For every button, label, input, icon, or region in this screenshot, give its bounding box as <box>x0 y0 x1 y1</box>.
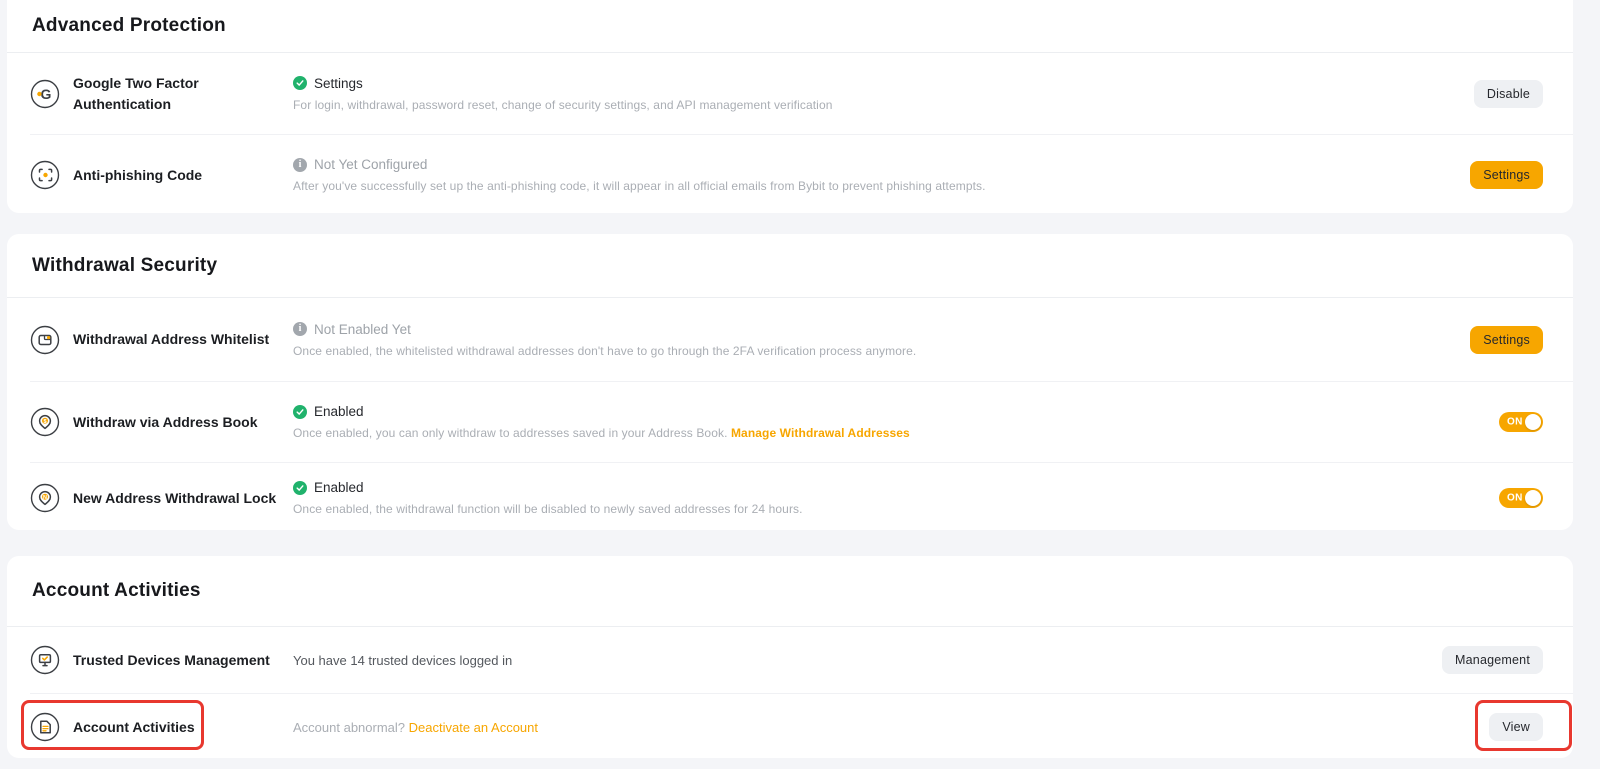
whitelist-settings-button[interactable]: Settings <box>1470 326 1543 354</box>
row-description: After you've successfully set up the ant… <box>293 179 1470 193</box>
row-label: Trusted Devices Management <box>73 650 293 670</box>
row-description: Once enabled, the whitelisted withdrawal… <box>293 344 1470 358</box>
advanced-protection-card: Advanced Protection G Google Two Factor … <box>7 0 1573 213</box>
check-circle-icon <box>293 76 307 90</box>
row-description: Once enabled, the withdrawal function wi… <box>293 502 1499 516</box>
section-title-account-activities: Account Activities <box>32 580 201 602</box>
row-description: For login, withdrawal, password reset, c… <box>293 98 1474 112</box>
check-circle-icon <box>293 405 307 419</box>
address-book-pin-icon: $ <box>30 407 60 437</box>
anti-phishing-icon <box>30 160 60 190</box>
security-settings-page: Advanced Protection G Google Two Factor … <box>0 0 1600 769</box>
status-text: Not Yet Configured <box>314 157 427 172</box>
manage-withdrawal-addresses-link[interactable]: Manage Withdrawal Addresses <box>731 426 910 440</box>
status-text: Settings <box>314 76 363 91</box>
status-line: Enabled <box>293 404 1499 419</box>
row-label: Anti-phishing Code <box>73 165 293 185</box>
address-book-toggle[interactable]: ON <box>1499 412 1543 432</box>
row-label: Account Activities <box>73 717 293 737</box>
withdrawal-security-card: Withdrawal Security Withdrawal Address W… <box>7 234 1573 530</box>
check-circle-icon <box>293 481 307 495</box>
row-new-address-withdrawal-lock: N New Address Withdrawal Lock Enabled On… <box>7 463 1573 533</box>
view-button[interactable]: View <box>1489 713 1543 741</box>
google-two-factor-icon: G <box>30 79 60 109</box>
trusted-devices-count-text: You have 14 trusted devices logged in <box>293 653 1442 668</box>
status-line: i Not Enabled Yet <box>293 322 1470 337</box>
account-activities-icon <box>30 712 60 742</box>
row-withdrawal-whitelist: Withdrawal Address Whitelist i Not Enabl… <box>7 298 1573 381</box>
trusted-devices-icon <box>30 645 60 675</box>
info-circle-icon: i <box>293 158 307 172</box>
toggle-knob <box>1525 490 1541 506</box>
row-anti-phishing: Anti-phishing Code i Not Yet Configured … <box>7 135 1573 215</box>
row-description: Once enabled, you can only withdraw to a… <box>293 426 1499 440</box>
status-text: Enabled <box>314 480 364 495</box>
deactivate-account-link[interactable]: Deactivate an Account <box>409 720 538 735</box>
row-trusted-devices: Trusted Devices Management You have 14 t… <box>7 627 1573 693</box>
row-account-activities: Account Activities Account abnormal? Dea… <box>7 694 1573 760</box>
new-address-lock-toggle[interactable]: ON <box>1499 488 1543 508</box>
svg-text:$: $ <box>43 419 46 425</box>
anti-phishing-settings-button[interactable]: Settings <box>1470 161 1543 189</box>
status-line: i Not Yet Configured <box>293 157 1470 172</box>
status-line: Enabled <box>293 480 1499 495</box>
row-withdraw-via-address-book: $ Withdraw via Address Book Enabled Once… <box>7 382 1573 462</box>
status-text: Enabled <box>314 404 364 419</box>
management-button[interactable]: Management <box>1442 646 1543 674</box>
account-abnormal-text: Account abnormal? Deactivate an Account <box>293 720 1489 735</box>
new-address-lock-pin-icon: N <box>30 483 60 513</box>
section-title-advanced-protection: Advanced Protection <box>32 15 226 37</box>
toggle-knob <box>1525 414 1541 430</box>
row-label: Withdrawal Address Whitelist <box>73 329 293 349</box>
withdrawal-whitelist-icon <box>30 325 60 355</box>
row-label: New Address Withdrawal Lock <box>73 488 293 508</box>
row-label: Google Two Factor Authentication <box>73 73 293 114</box>
status-text: Not Enabled Yet <box>314 322 411 337</box>
info-circle-icon: i <box>293 322 307 336</box>
svg-text:G: G <box>41 86 52 102</box>
account-activities-card: Account Activities Trusted Devices Manag… <box>7 556 1573 758</box>
svg-text:N: N <box>43 495 47 501</box>
disable-button[interactable]: Disable <box>1474 80 1543 108</box>
row-google-two-factor: G Google Two Factor Authentication Setti… <box>7 53 1573 134</box>
row-label: Withdraw via Address Book <box>73 412 293 432</box>
section-title-withdrawal-security: Withdrawal Security <box>32 255 217 277</box>
status-line: Settings <box>293 76 1474 91</box>
